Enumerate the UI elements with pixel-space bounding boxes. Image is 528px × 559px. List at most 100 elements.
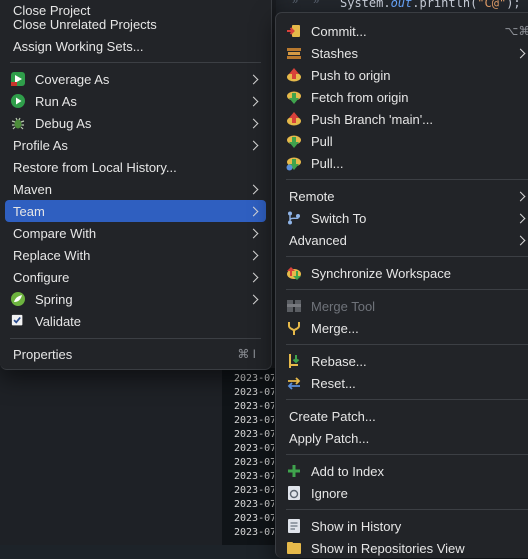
team-item-show-in-history[interactable]: Show in History bbox=[281, 515, 528, 537]
menu-item-label: Push to origin bbox=[311, 67, 391, 83]
team-item-pull-dialog[interactable]: Pull... bbox=[281, 152, 528, 174]
chevron-right-icon bbox=[248, 139, 260, 151]
menu-item-compare-with[interactable]: Compare With bbox=[5, 222, 266, 244]
console-line: 2023-07 bbox=[234, 485, 274, 496]
console-line: 2023-07 bbox=[234, 457, 274, 468]
team-item-remote[interactable]: Remote bbox=[281, 185, 528, 207]
spring-icon bbox=[11, 292, 25, 306]
console-line: 2023-07 bbox=[234, 443, 274, 454]
menu-item-label: Team bbox=[13, 203, 45, 219]
team-item-fetch-from-origin[interactable]: Fetch from origin bbox=[281, 86, 528, 108]
menu-item-label: Switch To bbox=[311, 210, 367, 226]
team-item-merge-tool[interactable]: Merge Tool bbox=[281, 295, 528, 317]
menu-item-team[interactable]: Team bbox=[5, 200, 266, 222]
menu-item-label: Rebase... bbox=[311, 353, 367, 369]
fetch-icon bbox=[287, 91, 301, 104]
menu-item-label: Push Branch 'main'... bbox=[311, 111, 434, 127]
chevron-right-icon bbox=[515, 234, 527, 246]
chevron-right-icon bbox=[248, 95, 260, 107]
menu-item-label: Fetch from origin bbox=[311, 89, 409, 105]
coverage-icon bbox=[11, 72, 25, 86]
chevron-right-icon bbox=[248, 293, 260, 305]
team-item-push-branch[interactable]: Push Branch 'main'... bbox=[281, 108, 528, 130]
menu-item-close-unrelated-projects[interactable]: Close Unrelated Projects bbox=[5, 13, 266, 35]
menu-item-label: Remote bbox=[289, 188, 335, 204]
checkbox-icon bbox=[11, 314, 23, 326]
menu-item-coverage-as[interactable]: Coverage As bbox=[5, 68, 266, 90]
menu-item-spring[interactable]: Spring bbox=[5, 288, 266, 310]
menu-item-label: Commit... bbox=[311, 23, 367, 39]
team-item-apply-patch[interactable]: Apply Patch... bbox=[281, 427, 528, 449]
run-icon bbox=[11, 94, 25, 108]
team-item-commit[interactable]: Commit... ⌥⌘3 bbox=[281, 20, 528, 42]
add-icon bbox=[288, 465, 300, 477]
team-item-show-in-repositories[interactable]: Show in Repositories View bbox=[281, 537, 528, 559]
console-line: 2023-07 bbox=[234, 429, 274, 440]
console-line: 2023-07 bbox=[234, 527, 274, 538]
code-line: System.out.println("C@"); bbox=[340, 0, 521, 10]
chevron-right-icon bbox=[515, 212, 527, 224]
menu-item-validate[interactable]: Validate bbox=[5, 310, 266, 332]
pull-icon bbox=[287, 135, 301, 148]
team-item-synchronize-workspace[interactable]: Synchronize Workspace bbox=[281, 262, 528, 284]
project-context-menu: Close Project Close Unrelated Projects A… bbox=[0, 0, 272, 370]
menu-item-configure[interactable]: Configure bbox=[5, 266, 266, 288]
console-line: 2023-07 bbox=[234, 387, 274, 398]
debug-icon bbox=[11, 117, 25, 130]
menu-separator bbox=[286, 289, 528, 290]
team-item-add-to-index[interactable]: Add to Index bbox=[281, 460, 528, 482]
console-line: 2023-07 bbox=[234, 513, 274, 524]
menu-item-label: Pull... bbox=[311, 155, 344, 171]
repositories-icon bbox=[287, 542, 301, 554]
whitespace-markers: » » bbox=[292, 0, 326, 7]
console-line: 2023-07 bbox=[234, 471, 274, 482]
menu-item-label: Spring bbox=[35, 291, 73, 307]
chevron-right-icon bbox=[515, 190, 527, 202]
team-item-rebase[interactable]: Rebase... bbox=[281, 350, 528, 372]
chevron-right-icon bbox=[248, 117, 260, 129]
team-item-push-to-origin[interactable]: Push to origin bbox=[281, 64, 528, 86]
menu-item-label: Pull bbox=[311, 133, 333, 149]
team-item-stashes[interactable]: Stashes bbox=[281, 42, 528, 64]
console-line: 2023-07 bbox=[234, 401, 274, 412]
menu-item-debug-as[interactable]: Debug As bbox=[5, 112, 266, 134]
ignore-icon bbox=[288, 486, 300, 500]
merge-tool-icon bbox=[287, 300, 301, 312]
menu-item-restore-local-history[interactable]: Restore from Local History... bbox=[5, 156, 266, 178]
menu-item-label: Configure bbox=[13, 269, 70, 285]
history-icon bbox=[288, 519, 300, 533]
menu-item-properties[interactable]: Properties ⌘ I bbox=[5, 343, 266, 365]
team-item-ignore[interactable]: Ignore bbox=[281, 482, 528, 504]
menu-item-profile-as[interactable]: Profile As bbox=[5, 134, 266, 156]
push-branch-icon bbox=[287, 112, 301, 126]
menu-item-maven[interactable]: Maven bbox=[5, 178, 266, 200]
team-item-merge[interactable]: Merge... bbox=[281, 317, 528, 339]
commit-icon bbox=[287, 25, 300, 37]
menu-item-replace-with[interactable]: Replace With bbox=[5, 244, 266, 266]
menu-item-label: Stashes bbox=[311, 45, 358, 61]
console-output: 2023-07 2023-07 2023-07 2023-07 2023-07 … bbox=[234, 372, 274, 540]
chevron-right-icon bbox=[248, 183, 260, 195]
menu-item-label: Close Unrelated Projects bbox=[13, 16, 157, 32]
chevron-right-icon bbox=[248, 271, 260, 283]
menu-item-run-as[interactable]: Run As bbox=[5, 90, 266, 112]
reset-icon bbox=[287, 377, 301, 390]
menu-item-assign-working-sets[interactable]: Assign Working Sets... bbox=[5, 35, 266, 57]
menu-separator bbox=[286, 256, 528, 257]
menu-item-label: Merge Tool bbox=[311, 298, 376, 314]
team-item-switch-to[interactable]: Switch To bbox=[281, 207, 528, 229]
menu-item-label: Run As bbox=[35, 93, 77, 109]
menu-item-label: Apply Patch... bbox=[289, 430, 370, 446]
synchronize-icon bbox=[287, 267, 301, 280]
console-line: 2023-07 bbox=[234, 373, 274, 384]
team-item-advanced[interactable]: Advanced bbox=[281, 229, 528, 251]
team-item-create-patch[interactable]: Create Patch... bbox=[281, 405, 528, 427]
team-item-reset[interactable]: Reset... bbox=[281, 372, 528, 394]
switch-icon bbox=[288, 211, 300, 225]
chevron-right-icon bbox=[248, 73, 260, 85]
menu-separator bbox=[286, 399, 528, 400]
team-submenu: Commit... ⌥⌘3 Stashes Push to origin Fet… bbox=[275, 12, 528, 558]
stashes-icon bbox=[287, 48, 301, 59]
chevron-right-icon bbox=[515, 47, 527, 59]
team-item-pull[interactable]: Pull bbox=[281, 130, 528, 152]
